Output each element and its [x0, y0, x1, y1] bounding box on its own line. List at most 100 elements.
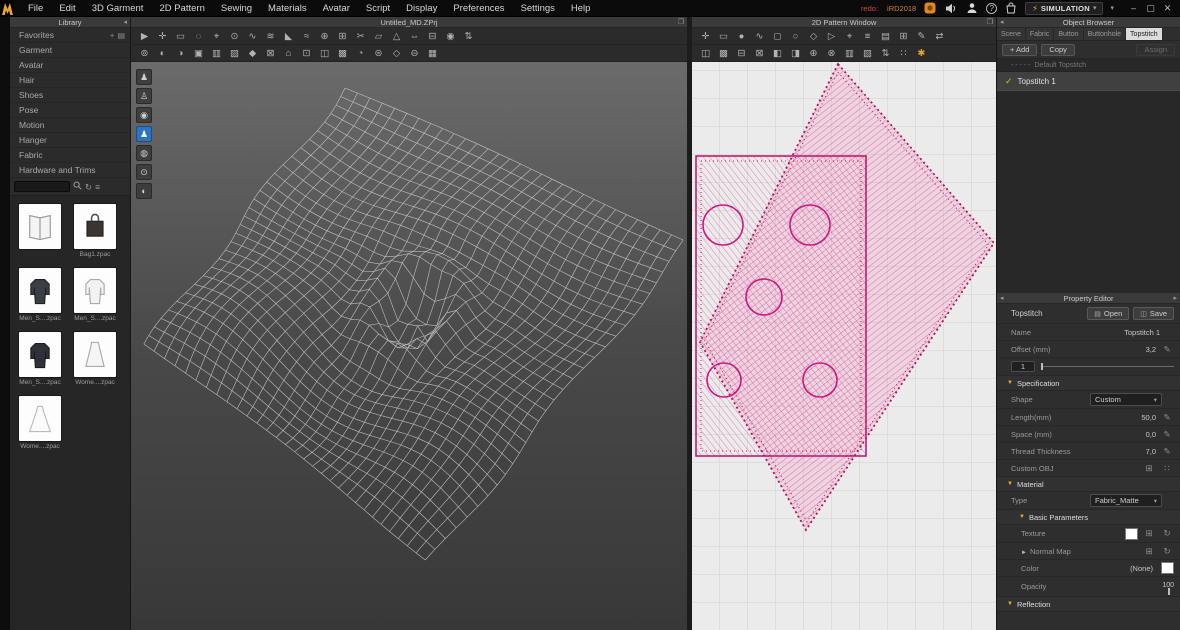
minimize-button[interactable]: – [1125, 1, 1142, 16]
tack-icon[interactable]: ⊕ [316, 29, 333, 44]
edit-pencil-icon[interactable]: ✎ [1160, 344, 1174, 355]
menu-item-sewing[interactable]: Sewing [213, 0, 260, 17]
zipper-icon[interactable]: ⇅ [460, 29, 477, 44]
float-window-icon[interactable]: ❒ [678, 17, 684, 28]
show-avatar-icon[interactable]: ♟ [136, 69, 152, 85]
space-value[interactable]: 0,0 [1146, 430, 1156, 439]
folder-icon[interactable]: ▤ [117, 31, 125, 40]
fabric-right-icon[interactable]: ◨ [787, 46, 804, 61]
freeze-icon[interactable]: ⊠ [262, 46, 279, 61]
select-box-icon[interactable]: ▭ [172, 29, 189, 44]
library-tree-pose[interactable]: Pose [10, 103, 130, 118]
list-item-topstitch-1[interactable]: ✓ Topstitch 1 [997, 72, 1180, 91]
select-lasso-icon[interactable]: ◌ [190, 29, 207, 44]
list-view-icon[interactable]: ≡ [95, 182, 100, 192]
show-tape-icon[interactable]: ◐ [136, 183, 152, 199]
show-pose-icon[interactable]: ♟ [136, 126, 152, 142]
account-icon[interactable] [965, 2, 979, 15]
show-pattern-mesh-icon[interactable]: ⊟ [733, 46, 750, 61]
edit-pattern-icon[interactable]: ▭ [715, 29, 732, 44]
close-button[interactable]: ✕ [1159, 1, 1176, 16]
menu-item-edit[interactable]: Edit [51, 0, 83, 17]
grading-icon[interactable]: ⊞ [895, 29, 912, 44]
length-value[interactable]: 50,0 [1141, 413, 1156, 422]
offset-value[interactable]: 3,2 [1146, 345, 1156, 354]
edit-pencil-icon[interactable]: ✎ [1160, 429, 1174, 440]
edit-pencil-icon[interactable]: ✎ [1160, 446, 1174, 457]
simulation-toggle[interactable]: ⚡ SIMULATION ▾ [1025, 2, 1103, 15]
tape-icon[interactable]: ⊟ [424, 29, 441, 44]
color-swatch[interactable] [1161, 562, 1174, 574]
fabric-left-icon[interactable]: ◧ [769, 46, 786, 61]
tab-topstitch[interactable]: Topstitch [1126, 28, 1163, 40]
select-move-icon[interactable]: ✛ [154, 29, 171, 44]
home-view-icon[interactable]: ⌂ [280, 46, 297, 61]
show-notch-icon[interactable]: ▥ [841, 46, 858, 61]
save-button[interactable]: ◫ Save [1133, 307, 1174, 320]
add-button[interactable]: + Add [1002, 44, 1037, 56]
show-hair-icon[interactable]: ♙ [136, 88, 152, 104]
refresh-icon[interactable]: ↻ [85, 182, 92, 192]
internal-polygon-icon[interactable]: ▤ [877, 29, 894, 44]
browse-grid-icon[interactable]: ⊞ [1142, 546, 1156, 557]
search-icon[interactable] [73, 181, 82, 192]
shape-dropdown[interactable]: Custom ▾ [1090, 393, 1162, 406]
library-tree-garment[interactable]: Garment [10, 43, 130, 58]
library-tree-avatar[interactable]: Avatar [10, 58, 130, 73]
fit-map-icon[interactable]: ◆ [244, 46, 261, 61]
polygon-tool-icon[interactable]: ◇ [805, 29, 822, 44]
show-baseline-icon[interactable]: ⊠ [751, 46, 768, 61]
thickness-view-icon[interactable]: ▩ [334, 46, 351, 61]
opacity-value[interactable]: 100 [1083, 582, 1176, 589]
library-item-bag1-zpac[interactable]: Bag1.zpac [72, 204, 118, 261]
transform-pattern-icon[interactable]: ✛ [697, 29, 714, 44]
strain-map-icon[interactable]: ▥ [208, 46, 225, 61]
edit-curvature-icon[interactable]: ∿ [751, 29, 768, 44]
stress-map-icon[interactable]: ▨ [226, 46, 243, 61]
next-icon[interactable]: ▸ [1173, 293, 1177, 304]
prev-icon[interactable]: ◂ [1000, 293, 1004, 304]
section-specification[interactable]: ▼ Specification [997, 376, 1180, 391]
show-sewing-icon[interactable]: ◫ [697, 46, 714, 61]
assign-button[interactable]: Assign [1136, 44, 1175, 56]
transform-gizmo-icon[interactable]: ⌖ [208, 29, 225, 44]
simulate-icon[interactable]: ▶ [136, 29, 153, 44]
browse-grid-icon[interactable]: ⊞ [1142, 463, 1156, 474]
sync-icon[interactable]: ⇄ [931, 29, 948, 44]
pattern-canvas[interactable] [692, 62, 996, 630]
store-icon[interactable] [1004, 2, 1018, 15]
menu-item-preferences[interactable]: Preferences [445, 0, 512, 17]
substance-icon[interactable] [923, 2, 937, 15]
reload-icon[interactable]: ↻ [1160, 546, 1174, 557]
smooth-view-icon[interactable]: ⊜ [370, 46, 387, 61]
steam-icon[interactable]: △ [388, 29, 405, 44]
library-tree-hair[interactable]: Hair [10, 73, 130, 88]
library-item-wome-zpac[interactable]: Wome....zpac [72, 332, 118, 389]
show-annotation-icon[interactable]: ▧ [859, 46, 876, 61]
library-tree-hardware-and-trims[interactable]: Hardware and Trims [10, 163, 130, 178]
section-reflection[interactable]: ▼ Reflection [997, 597, 1180, 612]
library-tree-fabric[interactable]: Fabric [10, 148, 130, 163]
scissors-icon[interactable]: ✂ [352, 29, 369, 44]
tab-buttonhole[interactable]: Buttonhole [1084, 28, 1126, 40]
offset-slider[interactable] [1041, 366, 1174, 367]
viewport-3d[interactable]: ♟♙◉♟◍⊙◐ [131, 62, 687, 630]
collapse-panel-icon[interactable]: ◂ [123, 17, 127, 28]
hide-avatar-icon[interactable]: ⊖ [406, 46, 423, 61]
material-type-dropdown[interactable]: Fabric_Matte ▾ [1090, 494, 1162, 507]
add-buttonhole-icon[interactable]: ⊕ [805, 46, 822, 61]
flip-pattern-icon[interactable]: ⇅ [877, 46, 894, 61]
menu-item-display[interactable]: Display [398, 0, 445, 17]
grid-view-icon[interactable]: ▦ [424, 46, 441, 61]
pin-icon[interactable]: ⊙ [226, 29, 243, 44]
menu-item-avatar[interactable]: Avatar [315, 0, 358, 17]
section-basic-parameters[interactable]: ▼ Basic Parameters [997, 510, 1180, 525]
reset-view-icon[interactable]: ⊡ [298, 46, 315, 61]
wireframe-icon[interactable]: ◇ [388, 46, 405, 61]
tab-scene[interactable]: Scene [997, 28, 1026, 40]
list-item-default-topstitch[interactable]: - - - - - Default Topstitch [997, 59, 1180, 72]
search-input[interactable] [14, 181, 70, 192]
tab-fabric[interactable]: Fabric [1026, 28, 1054, 40]
menu-item-script[interactable]: Script [358, 0, 398, 17]
tab-button[interactable]: Button [1054, 28, 1083, 40]
